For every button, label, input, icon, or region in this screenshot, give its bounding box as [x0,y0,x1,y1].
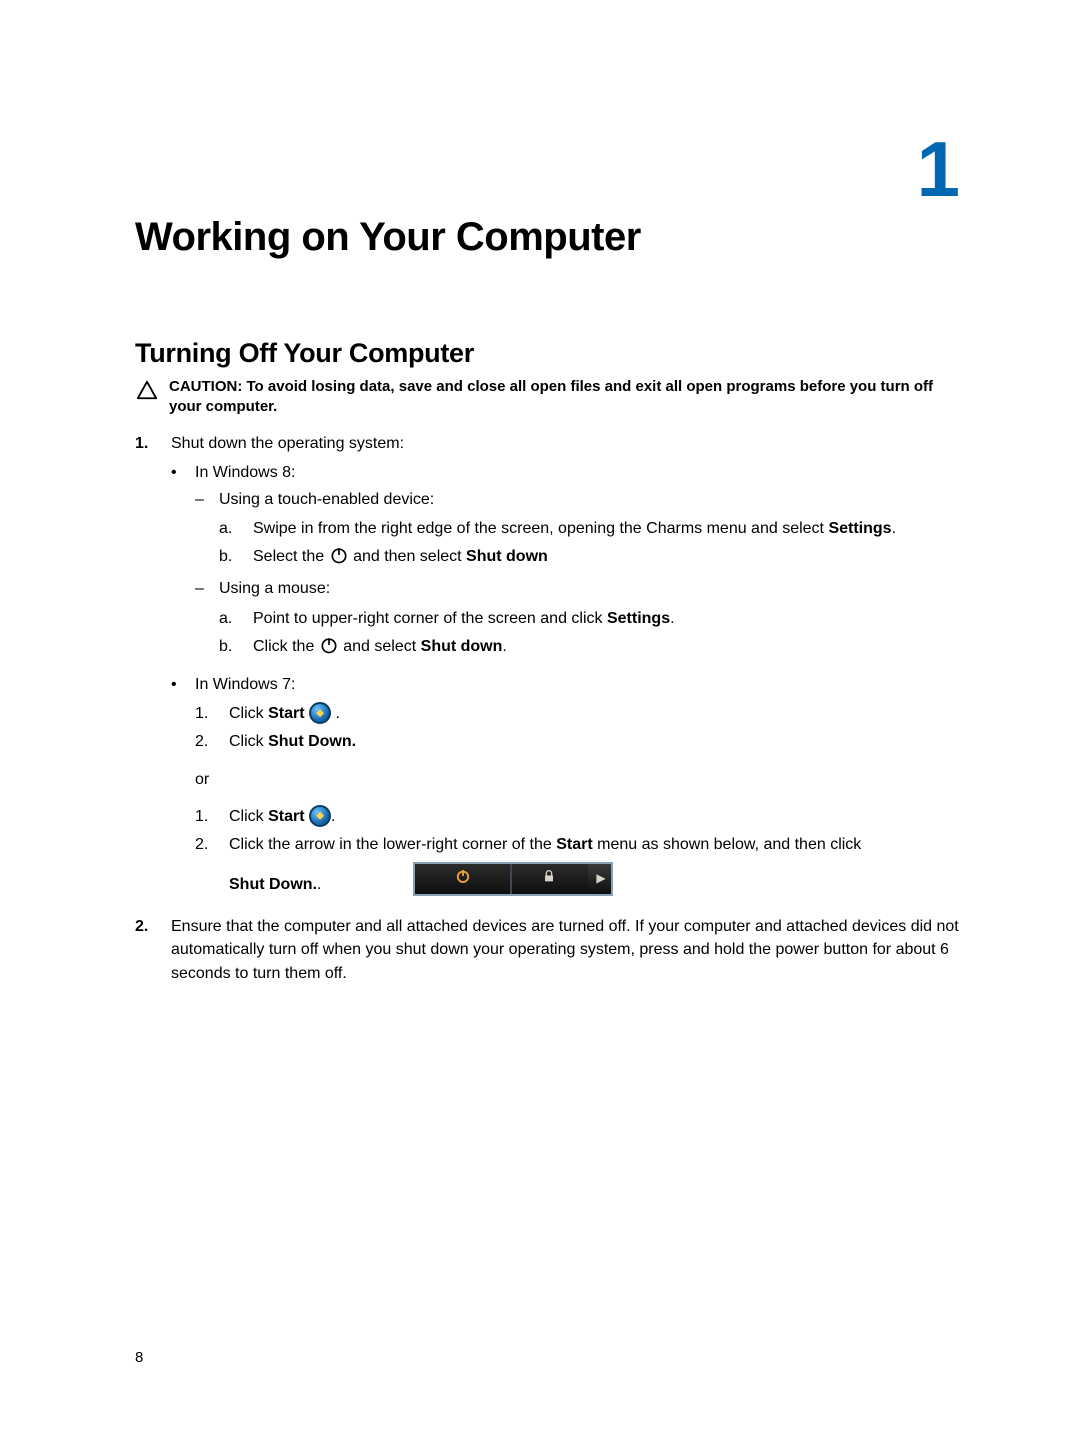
mouse-b-text-mid: and select [343,638,420,655]
caution-text: CAUTION: To avoid losing data, save and … [169,377,960,418]
mouse-label: Using a mouse: [219,580,330,597]
mouse-steps: a. Point to upper-right corner of the sc… [219,607,960,658]
dash-icon: – [195,488,219,574]
win7-steps-b: 1. Click Start . 2. Click the a [195,805,960,896]
touch-a-label: a. [219,517,253,540]
win7-steps-a: 1. Click Start . 2. Click Shut [195,702,960,753]
w7b-1-label: 1. [195,805,229,828]
windows-8-label: In Windows 8: [195,464,295,481]
shutdown-final-post: . [317,876,321,893]
mouse-a-text-post: . [670,610,674,627]
start-orb-icon [309,805,331,827]
shutdown-arrow-cell: ▶ [588,864,613,894]
w7b-step-1: 1. Click Start . [195,805,960,828]
os-bullets: • In Windows 8: – Using a touch-enabled … [171,461,960,901]
w7a-1-label: 1. [195,702,229,725]
mouse-step-a: a. Point to upper-right corner of the sc… [219,607,960,630]
lock-icon [541,868,557,891]
w7b-step-2: 2. Click the arrow in the lower-right co… [195,833,960,896]
caution-triangle-icon [135,379,163,406]
shutdown-lock-cell [510,864,590,894]
touch-steps: a. Swipe in from the right edge of the s… [219,517,960,568]
caution-label: CAUTION: [169,378,242,395]
top-ordered-list: 1. Shut down the operating system: • In … [135,432,960,985]
bullet-icon: • [171,461,195,667]
step-2-number: 2. [135,915,171,985]
page-number: 8 [135,1349,143,1366]
touch-label: Using a touch-enabled device: [219,491,434,508]
mouse-b-label: b. [219,635,253,658]
w7a-2-label: 2. [195,730,229,753]
touch-b-text-mid: and then select [353,548,466,565]
mouse-a-label: a. [219,607,253,630]
mouse-item: – Using a mouse: a. Point to upper-right… [195,577,960,663]
touch-b-bold: Shut down [466,548,548,565]
power-icon [329,545,349,565]
w7b-1-post: . [331,808,335,825]
dash-icon: – [195,577,219,663]
caution-body: To avoid losing data, save and close all… [169,378,933,415]
windows-8-item: • In Windows 8: – Using a touch-enabled … [171,461,960,667]
w7b-2-pre: Click the arrow in the lower-right corne… [229,836,556,853]
power-icon [319,635,339,655]
shutdown-menu-image: ▶ [413,862,613,896]
touch-step-b: b. Select the [219,545,960,568]
w7b-1-bold: Start [268,808,304,825]
document-page: 1 Working on Your Computer Turning Off Y… [0,0,1080,1434]
caution-block: CAUTION: To avoid losing data, save and … [135,377,960,418]
start-orb-icon [309,702,331,724]
mouse-b-text-post: . [502,638,506,655]
touch-a-text-post: . [892,520,896,537]
step-1-number: 1. [135,432,171,908]
touch-step-a: a. Swipe in from the right edge of the s… [219,517,960,540]
w7a-2-bold: Shut Down. [268,733,356,750]
touch-b-label: b. [219,545,253,568]
w7a-1-pre: Click [229,705,268,722]
mouse-b-text-pre: Click the [253,638,319,655]
mouse-a-text-pre: Point to upper-right corner of the scree… [253,610,607,627]
w7b-2-bold: Start [556,836,592,853]
windows-7-label: In Windows 7: [195,676,295,693]
page-title: Working on Your Computer [135,215,960,260]
touch-item: – Using a touch-enabled device: a. Swipe… [195,488,960,574]
shutdown-final-bold: Shut Down. [229,876,317,893]
w7a-1-bold: Start [268,705,304,722]
w7b-1-pre: Click [229,808,268,825]
w7b-2-post: menu as shown below, and then click [593,836,862,853]
win8-sublist: – Using a touch-enabled device: a. Swipe… [195,488,960,663]
w7a-2-pre: Click [229,733,268,750]
touch-b-text-pre: Select the [253,548,329,565]
step-2: 2. Ensure that the computer and all atta… [135,915,960,985]
bullet-icon: • [171,673,195,901]
step-1-text: Shut down the operating system: [171,435,404,452]
or-text: or [195,768,960,791]
w7a-step-1: 1. Click Start . [195,702,960,725]
w7b-2-label: 2. [195,833,229,896]
mouse-a-bold: Settings [607,610,670,627]
shutdown-power-cell [415,864,512,894]
step-2-text: Ensure that the computer and all attache… [171,918,959,981]
mouse-step-b: b. Click the [219,635,960,658]
w7a-1-post: . [331,705,340,722]
mouse-b-bold: Shut down [421,638,503,655]
touch-a-text-pre: Swipe in from the right edge of the scre… [253,520,828,537]
arrow-right-icon: ▶ [596,870,605,887]
windows-7-item: • In Windows 7: 1. Click Start . [171,673,960,901]
step-1: 1. Shut down the operating system: • In … [135,432,960,908]
power-icon [454,867,472,892]
w7a-step-2: 2. Click Shut Down. [195,730,960,753]
section-title: Turning Off Your Computer [135,338,960,369]
chapter-number: 1 [917,130,960,208]
touch-a-bold: Settings [828,520,891,537]
